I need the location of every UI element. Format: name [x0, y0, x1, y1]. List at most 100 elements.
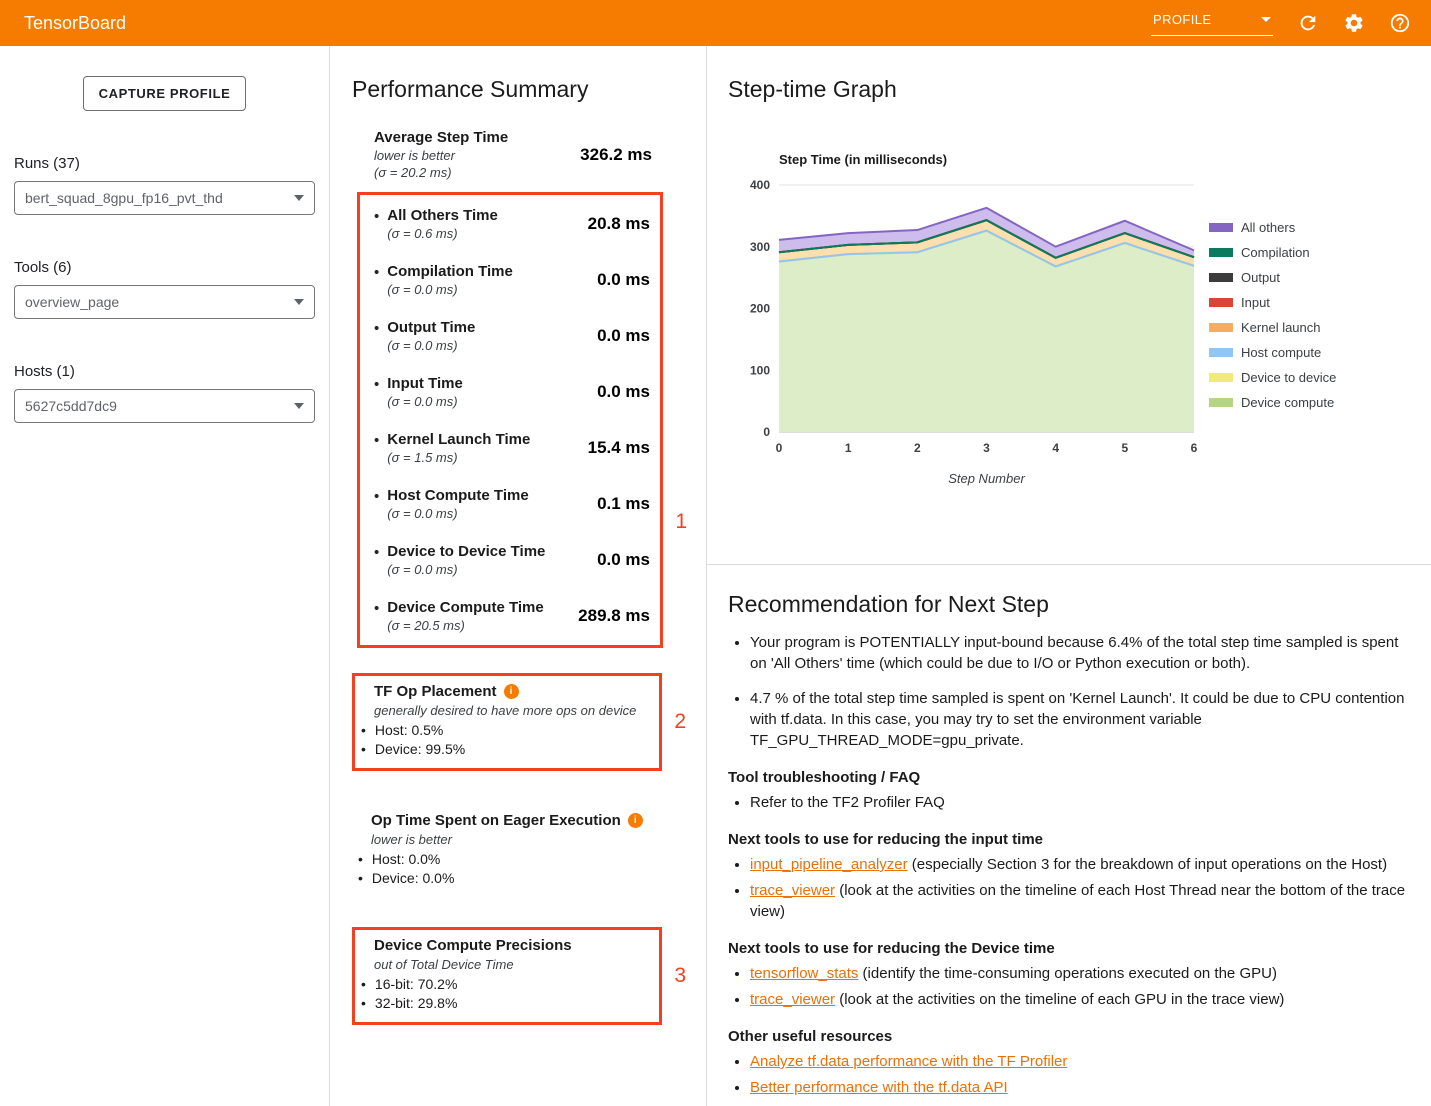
info-icon[interactable]: i	[504, 684, 519, 699]
legend-item-all-others: All others	[1209, 220, 1336, 235]
metric-value: 0.0 ms	[597, 382, 650, 402]
info-icon[interactable]: i	[628, 813, 643, 828]
metric-row-host-compute-time: •Host Compute Time(σ = 0.0 ms)0.1 ms	[360, 476, 660, 532]
legend-swatch	[1209, 223, 1233, 232]
legend-label: All others	[1241, 220, 1295, 235]
recommendation-item: tensorflow_stats (identify the time-cons…	[750, 963, 1407, 984]
link-analyze-tf-data-performance-with-the-tf-profiler[interactable]: Analyze tf.data performance with the TF …	[750, 1053, 1067, 1070]
performance-summary-panel: Performance Summary Average Step Time lo…	[330, 46, 707, 1106]
tf-op-placement-title: TF Op Placement	[374, 683, 497, 700]
legend-label: Output	[1241, 270, 1280, 285]
link-input-pipeline-analyzer[interactable]: input_pipeline_analyzer	[750, 856, 908, 873]
bullet: •	[374, 263, 379, 297]
step-time-chart: 01002003004000123456	[707, 175, 1227, 465]
svg-text:100: 100	[750, 363, 770, 377]
recommendation-item: Analyze tf.data performance with the TF …	[750, 1051, 1407, 1072]
metric-row-output-time: •Output Time(σ = 0.0 ms)0.0 ms	[360, 308, 660, 364]
metric-label: All Others Time	[387, 207, 498, 224]
metric-row-kernel-launch-time: •Kernel Launch Time(σ = 1.5 ms)15.4 ms	[360, 420, 660, 476]
hosts-select[interactable]: 5627c5dd7dc9	[14, 389, 315, 423]
bullet: •	[374, 487, 379, 521]
link-trace-viewer[interactable]: trace_viewer	[750, 991, 835, 1008]
chevron-down-icon	[294, 195, 304, 201]
recommendation-item: trace_viewer (look at the activities on …	[750, 880, 1407, 922]
metric-sigma: (σ = 20.2 ms)	[374, 165, 508, 180]
legend-item-device-compute: Device compute	[1209, 395, 1336, 410]
metric-sigma: (σ = 0.0 ms)	[387, 282, 513, 297]
recommendation-intro-list: Your program is POTENTIALLY input-bound …	[728, 632, 1407, 751]
hosts-select-value: 5627c5dd7dc9	[25, 398, 117, 414]
legend-swatch	[1209, 398, 1233, 407]
recommendation-title: Recommendation for Next Step	[728, 591, 1407, 618]
metric-value: 289.8 ms	[578, 606, 650, 626]
chevron-down-icon	[1261, 17, 1271, 22]
header-actions: PROFILE	[1151, 10, 1411, 36]
tools-select[interactable]: overview_page	[14, 285, 315, 319]
metric-value: 0.1 ms	[597, 494, 650, 514]
annotation-number-1: 1	[675, 510, 687, 534]
average-step-time: Average Step Time lower is better (σ = 2…	[374, 129, 652, 180]
svg-text:2: 2	[914, 441, 921, 455]
metric-value: 326.2 ms	[580, 145, 652, 165]
device-compute-precisions-box: Device Compute Precisions out of Total D…	[352, 927, 662, 1025]
eager-execution-item: Device: 0.0%	[358, 869, 698, 888]
device-compute-precisions-subtitle: out of Total Device Time	[374, 957, 651, 972]
recommendation-item: trace_viewer (look at the activities on …	[750, 989, 1407, 1010]
legend-swatch	[1209, 323, 1233, 332]
settings-gear-icon[interactable]	[1343, 12, 1365, 34]
metric-sigma: (σ = 0.0 ms)	[387, 562, 545, 577]
step-time-graph-card: Step-time Graph Step Time (in millisecon…	[707, 76, 1431, 565]
legend-swatch	[1209, 248, 1233, 257]
right-panel: Step-time Graph Step Time (in millisecon…	[707, 46, 1431, 1106]
svg-text:400: 400	[750, 178, 770, 192]
recommendation-item: Better performance with the tf.data API	[750, 1077, 1407, 1098]
runs-select[interactable]: bert_squad_8gpu_fp16_pvt_thd	[14, 181, 315, 215]
recommendation-item: input_pipeline_analyzer (especially Sect…	[750, 854, 1407, 875]
tools-select-value: overview_page	[25, 294, 119, 310]
annotation-number-2: 2	[674, 710, 686, 734]
app-header: TensorBoard PROFILE	[0, 0, 1431, 46]
bullet: •	[374, 375, 379, 409]
svg-text:0: 0	[776, 441, 783, 455]
legend-swatch	[1209, 273, 1233, 282]
recommendation-section-list: input_pipeline_analyzer (especially Sect…	[728, 854, 1407, 922]
bullet: •	[374, 207, 379, 241]
hosts-label: Hosts (1)	[14, 363, 329, 380]
legend-item-output: Output	[1209, 270, 1336, 285]
svg-text:0: 0	[763, 425, 770, 439]
help-icon[interactable]	[1389, 12, 1411, 34]
eager-execution-subtitle: lower is better	[371, 832, 698, 847]
link-better-performance-with-the-tf-data-api[interactable]: Better performance with the tf.data API	[750, 1079, 1008, 1096]
refresh-icon[interactable]	[1297, 12, 1319, 34]
tf-op-placement-subtitle: generally desired to have more ops on de…	[374, 703, 651, 718]
metric-label: Average Step Time	[374, 129, 508, 146]
legend-label: Device compute	[1241, 395, 1334, 410]
metric-label: Input Time	[387, 375, 463, 392]
legend-label: Compilation	[1241, 245, 1310, 260]
link-trace-viewer[interactable]: trace_viewer	[750, 882, 835, 899]
svg-text:4: 4	[1052, 441, 1059, 455]
legend-label: Device to device	[1241, 370, 1336, 385]
metric-row-input-time: •Input Time(σ = 0.0 ms)0.0 ms	[360, 364, 660, 420]
recommendation-section-list: tensorflow_stats (identify the time-cons…	[728, 963, 1407, 1010]
metric-label: Output Time	[387, 319, 475, 336]
eager-execution-item: Host: 0.0%	[358, 850, 698, 869]
eager-execution-block: Op Time Spent on Eager Execution i lower…	[357, 805, 706, 897]
device-compute-precisions-item: 32-bit: 29.8%	[361, 994, 651, 1013]
capture-profile-button[interactable]: CAPTURE PROFILE	[83, 76, 247, 111]
recommendation-item: Refer to the TF2 Profiler FAQ	[750, 792, 1407, 813]
metric-sigma: (σ = 0.0 ms)	[387, 338, 475, 353]
metric-label: Kernel Launch Time	[387, 431, 530, 448]
dashboard-selector[interactable]: PROFILE	[1151, 10, 1273, 36]
recommendation-section-heading-other-useful-resources: Other useful resources	[728, 1028, 1407, 1045]
recommendation-card: Recommendation for Next Step Your progra…	[707, 565, 1431, 1106]
recommendation-section-heading-next-tools-to-use-for-reducing-the-input-time: Next tools to use for reducing the input…	[728, 831, 1407, 848]
link-tensorflow-stats[interactable]: tensorflow_stats	[750, 965, 858, 982]
svg-text:1: 1	[845, 441, 852, 455]
step-time-graph-title: Step-time Graph	[728, 76, 1431, 103]
device-compute-precisions-item: 16-bit: 70.2%	[361, 975, 651, 994]
chart-title: Step Time (in milliseconds)	[779, 152, 1431, 167]
bullet: •	[374, 431, 379, 465]
metric-row-all-others-time: •All Others Time(σ = 0.6 ms)20.8 ms	[360, 196, 660, 252]
svg-text:6: 6	[1191, 441, 1198, 455]
